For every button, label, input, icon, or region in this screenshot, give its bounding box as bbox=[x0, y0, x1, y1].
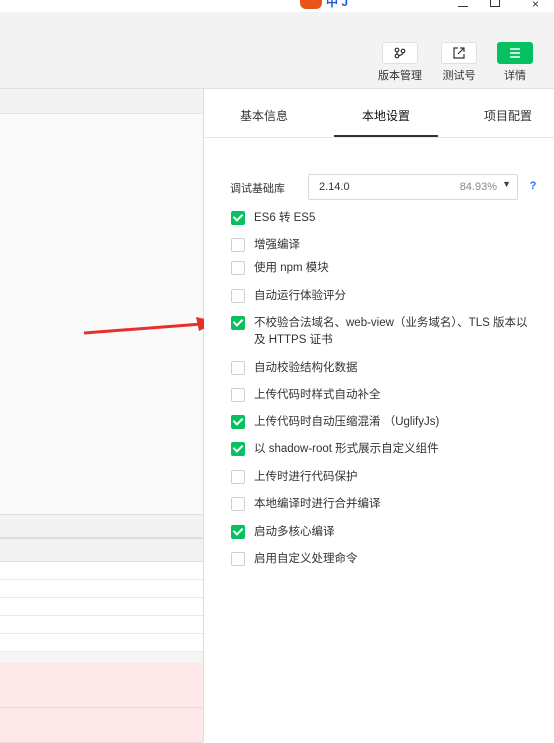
console-row bbox=[0, 634, 203, 652]
option-row[interactable]: 启用自定义处理命令 bbox=[231, 551, 531, 568]
console-row bbox=[0, 562, 203, 580]
option-checkbox[interactable] bbox=[231, 552, 245, 566]
option-checkbox[interactable] bbox=[231, 238, 245, 252]
base-lib-label: 调试基础库 bbox=[230, 183, 285, 195]
option-label: 启动多核心编译 bbox=[254, 526, 335, 538]
option-row[interactable]: 上传代码时样式自动补全 bbox=[231, 387, 531, 404]
console-row bbox=[0, 598, 203, 616]
logo-text: 中 J bbox=[326, 0, 349, 9]
option-label: 自动校验结构化数据 bbox=[254, 362, 358, 374]
version-manage-label: 版本管理 bbox=[378, 70, 422, 82]
option-checkbox[interactable] bbox=[231, 497, 245, 511]
option-checkbox[interactable] bbox=[231, 261, 245, 275]
option-checkbox[interactable] bbox=[231, 316, 245, 330]
option-checkbox[interactable] bbox=[231, 525, 245, 539]
option-label: 不校验合法域名、web-view（业务域名）、TLS 版本以及 HTTPS 证书 bbox=[254, 317, 528, 346]
test-account-button[interactable]: 测试号 bbox=[434, 42, 484, 83]
tab-project-config[interactable]: 项目配置 bbox=[484, 107, 532, 124]
option-label: 启用自定义处理命令 bbox=[254, 553, 358, 565]
option-row[interactable]: 启动多核心编译 bbox=[231, 524, 531, 541]
option-label: 上传时进行代码保护 bbox=[254, 471, 358, 483]
toolbar: 版本管理 测试号 详情 bbox=[0, 12, 554, 89]
option-checkbox[interactable] bbox=[231, 470, 245, 484]
option-label: 上传代码时样式自动补全 bbox=[254, 389, 381, 401]
annotation-arrow-icon bbox=[84, 317, 218, 335]
tab-basic-info[interactable]: 基本信息 bbox=[240, 107, 288, 124]
option-label: 以 shadow-root 形式展示自定义组件 bbox=[254, 443, 439, 455]
version-manage-button[interactable]: 版本管理 bbox=[375, 42, 425, 83]
option-checkbox[interactable] bbox=[231, 415, 245, 429]
option-checkbox[interactable] bbox=[231, 289, 245, 303]
option-checkbox[interactable] bbox=[231, 442, 245, 456]
base-lib-version: 2.14.0 bbox=[319, 181, 350, 193]
option-label: 自动运行体验评分 bbox=[254, 290, 346, 302]
option-row[interactable]: 增强编译 bbox=[231, 237, 531, 254]
option-checkbox[interactable] bbox=[231, 361, 245, 375]
option-row[interactable]: 上传时进行代码保护 bbox=[231, 469, 531, 486]
details-label: 详情 bbox=[504, 70, 526, 82]
close-icon[interactable]: × bbox=[532, 0, 539, 11]
title-bar: 中 J × bbox=[0, 0, 554, 12]
console-row bbox=[0, 580, 203, 598]
console-tabbar bbox=[0, 538, 203, 562]
base-lib-coverage: 84.93% bbox=[459, 181, 497, 193]
details-button[interactable]: 详情 bbox=[490, 42, 540, 83]
editor-area[interactable] bbox=[0, 114, 203, 514]
option-checkbox[interactable] bbox=[231, 211, 245, 225]
option-label: 本地编译时进行合并编译 bbox=[254, 498, 381, 510]
menu-icon bbox=[497, 42, 533, 64]
option-row[interactable]: 本地编译时进行合并编译 bbox=[231, 496, 531, 513]
option-row[interactable]: 自动运行体验评分 bbox=[231, 288, 531, 305]
option-row[interactable]: 自动校验结构化数据 bbox=[231, 360, 531, 377]
console-error-row bbox=[0, 663, 203, 708]
settings-panel: 基本信息 本地设置 项目配置 调试基础库 2.14.0 84.93% ▼ ? E… bbox=[204, 89, 554, 742]
app-logo: 中 J bbox=[300, 0, 348, 10]
option-row[interactable]: 使用 npm 模块 bbox=[231, 260, 531, 277]
logo-mark-icon bbox=[300, 0, 322, 9]
option-row[interactable]: 上传代码时自动压缩混淆 （UglifyJs) bbox=[231, 414, 531, 431]
editor-pane bbox=[0, 89, 204, 743]
tab-local-settings[interactable]: 本地设置 bbox=[362, 107, 410, 124]
test-account-label: 测试号 bbox=[442, 70, 476, 82]
option-label: 上传代码时自动压缩混淆 （UglifyJs) bbox=[254, 416, 440, 428]
console-header bbox=[0, 514, 203, 538]
option-row[interactable]: 不校验合法域名、web-view（业务域名）、TLS 版本以及 HTTPS 证书 bbox=[231, 315, 531, 349]
chevron-down-icon: ▼ bbox=[502, 179, 511, 189]
option-label: 使用 npm 模块 bbox=[254, 262, 329, 274]
option-row[interactable]: 以 shadow-root 形式展示自定义组件 bbox=[231, 441, 531, 458]
option-row[interactable]: ES6 转 ES5 bbox=[231, 210, 531, 227]
maximize-icon[interactable] bbox=[490, 0, 500, 7]
option-checkbox[interactable] bbox=[231, 388, 245, 402]
help-icon[interactable]: ? bbox=[525, 178, 541, 194]
option-label: 增强编译 bbox=[254, 239, 300, 251]
settings-tabs: 基本信息 本地设置 项目配置 bbox=[204, 89, 554, 138]
option-label: ES6 转 ES5 bbox=[254, 212, 316, 224]
version-icon bbox=[382, 42, 418, 64]
base-lib-select[interactable]: 2.14.0 84.93% ▼ bbox=[308, 174, 518, 200]
console-row bbox=[0, 616, 203, 634]
active-tab-indicator bbox=[334, 135, 438, 137]
minimize-icon[interactable] bbox=[458, 6, 468, 7]
editor-header bbox=[0, 89, 203, 114]
console-error-row bbox=[0, 708, 203, 743]
external-link-icon bbox=[441, 42, 477, 64]
